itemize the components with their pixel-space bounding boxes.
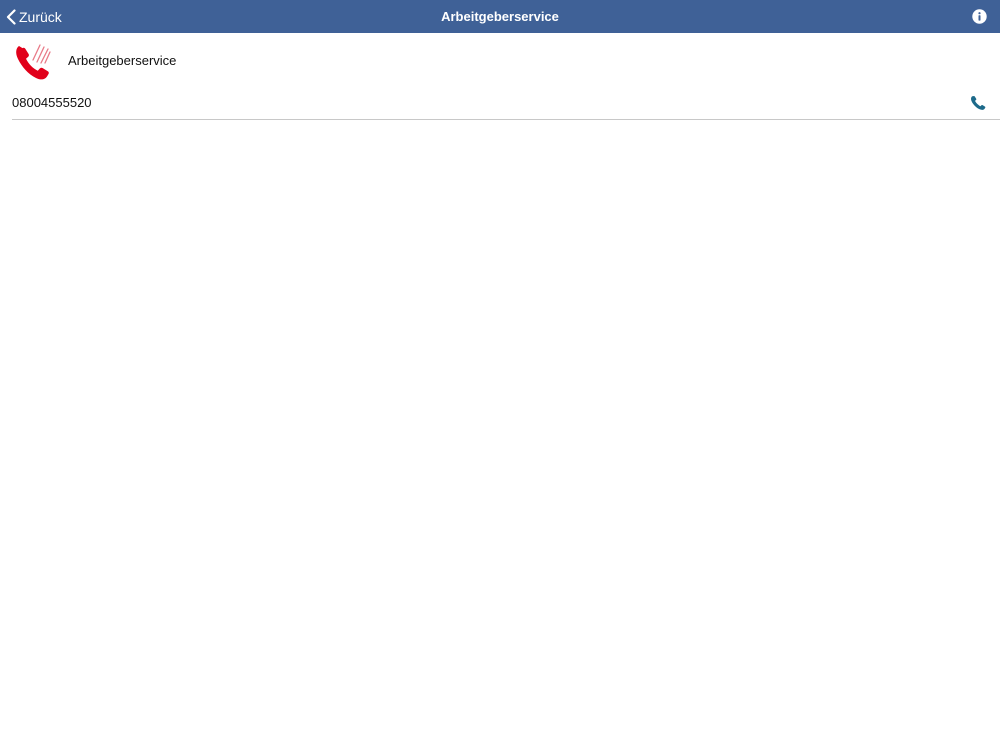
- info-icon: [972, 9, 987, 24]
- phone-number-row[interactable]: 08004555520: [12, 88, 1000, 120]
- info-button[interactable]: [972, 9, 987, 24]
- call-button[interactable]: [970, 95, 986, 111]
- back-button-label: Zurück: [19, 8, 62, 25]
- service-name: Arbeitgeberservice: [68, 53, 177, 68]
- ringing-phone-icon: [14, 41, 52, 81]
- phone-icon: [970, 95, 986, 111]
- phone-number: 08004555520: [12, 95, 92, 110]
- chevron-left-icon: [6, 8, 16, 25]
- navigation-bar: Zurück Arbeitgeberservice: [0, 0, 1000, 33]
- service-header: Arbeitgeberservice: [0, 33, 1000, 88]
- page-title: Arbeitgeberservice: [441, 9, 559, 24]
- back-button[interactable]: Zurück: [6, 0, 62, 33]
